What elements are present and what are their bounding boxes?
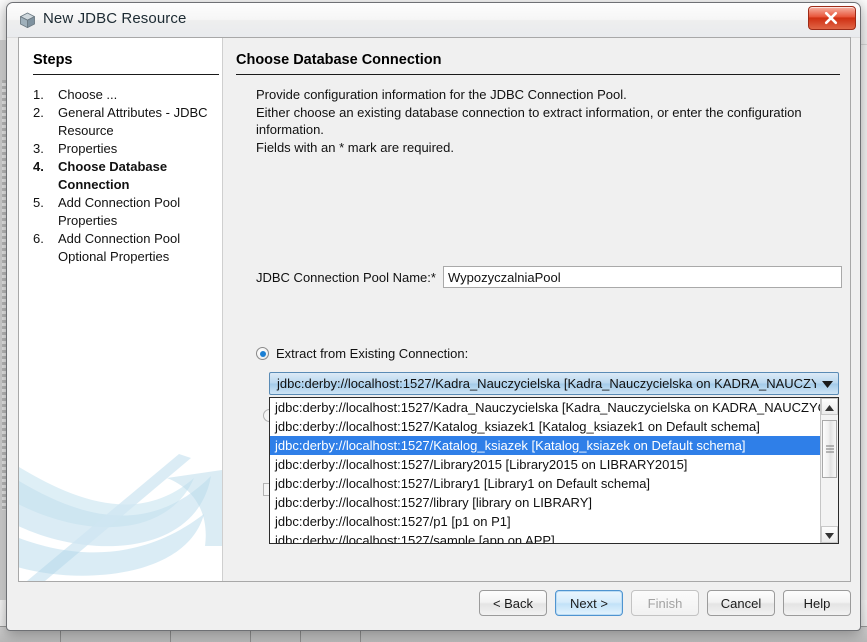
page-title-divider bbox=[236, 74, 840, 75]
step-label: Add Connection Pool Properties bbox=[58, 194, 223, 230]
description-line-2: Either choose an existing database conne… bbox=[256, 104, 836, 139]
extract-connection-radio[interactable] bbox=[256, 347, 269, 360]
finish-button: Finish bbox=[631, 590, 699, 616]
pool-name-label: JDBC Connection Pool Name:* bbox=[256, 270, 436, 285]
database-connection-dropdown-list[interactable]: jdbc:derby://localhost:1527/Kadra_Nauczy… bbox=[269, 397, 839, 544]
step-label: Add Connection Pool Optional Properties bbox=[58, 230, 223, 266]
caret-down-icon bbox=[825, 526, 834, 544]
dropdown-scrollbar[interactable] bbox=[820, 398, 838, 543]
back-button[interactable]: < Back bbox=[479, 590, 547, 616]
new-jdbc-resource-dialog: New JDBC Resource Steps 1. Choose ... 2.… bbox=[6, 2, 861, 631]
step-label: General Attributes - JDBC Resource bbox=[58, 104, 223, 140]
list-item[interactable]: jdbc:derby://localhost:1527/p1 [p1 on P1… bbox=[270, 512, 820, 531]
pool-name-input[interactable] bbox=[443, 266, 842, 288]
extract-connection-option[interactable]: Extract from Existing Connection: bbox=[256, 346, 468, 361]
list-item[interactable]: jdbc:derby://localhost:1527/sample [app … bbox=[270, 531, 820, 543]
close-button[interactable] bbox=[808, 6, 856, 30]
page-title: Choose Database Connection bbox=[236, 52, 441, 68]
content-panel: Choose Database Connection Provide confi… bbox=[223, 38, 850, 581]
step-item-3: 3. Properties bbox=[33, 140, 223, 158]
steps-list: 1. Choose ... 2. General Attributes - JD… bbox=[33, 86, 223, 266]
step-label: Choose ... bbox=[58, 86, 223, 104]
description-text: Provide configuration information for th… bbox=[256, 86, 836, 156]
step-item-1: 1. Choose ... bbox=[33, 86, 223, 104]
database-connection-selected-value: jdbc:derby://localhost:1527/Kadra_Nauczy… bbox=[270, 376, 816, 391]
step-label: Choose Database Connection bbox=[58, 158, 223, 194]
step-item-4: 4. Choose Database Connection bbox=[33, 158, 223, 194]
step-number: 3. bbox=[33, 140, 58, 158]
dialog-footer: < Back Next > Finish Cancel Help bbox=[18, 584, 851, 622]
list-item[interactable]: jdbc:derby://localhost:1527/Kadra_Nauczy… bbox=[270, 398, 820, 417]
scrollbar-thumb[interactable] bbox=[822, 420, 837, 478]
list-item[interactable]: jdbc:derby://localhost:1527/library [lib… bbox=[270, 493, 820, 512]
scroll-down-button[interactable] bbox=[821, 526, 838, 543]
help-button[interactable]: Help bbox=[783, 590, 851, 616]
dialog-titlebar[interactable]: New JDBC Resource bbox=[7, 3, 860, 38]
steps-heading: Steps bbox=[33, 52, 73, 68]
description-line-3: Fields with an * mark are required. bbox=[256, 139, 836, 157]
list-item[interactable]: jdbc:derby://localhost:1527/Katalog_ksia… bbox=[270, 417, 820, 436]
step-number: 4. bbox=[33, 158, 58, 194]
step-number: 5. bbox=[33, 194, 58, 230]
dropdown-options: jdbc:derby://localhost:1527/Kadra_Nauczy… bbox=[270, 398, 820, 543]
database-connection-combobox[interactable]: jdbc:derby://localhost:1527/Kadra_Nauczy… bbox=[269, 372, 839, 395]
decorative-swoosh bbox=[19, 406, 222, 581]
step-number: 1. bbox=[33, 86, 58, 104]
steps-divider bbox=[33, 74, 219, 75]
dialog-title: New JDBC Resource bbox=[43, 10, 186, 27]
step-item-5: 5. Add Connection Pool Properties bbox=[33, 194, 223, 230]
cancel-button[interactable]: Cancel bbox=[707, 590, 775, 616]
list-item[interactable]: jdbc:derby://localhost:1527/Katalog_ksia… bbox=[270, 436, 820, 455]
step-number: 2. bbox=[33, 104, 58, 140]
step-number: 6. bbox=[33, 230, 58, 266]
scrollbar-grip-icon bbox=[826, 446, 834, 453]
step-label: Properties bbox=[58, 140, 223, 158]
step-item-2: 2. General Attributes - JDBC Resource bbox=[33, 104, 223, 140]
steps-panel: Steps 1. Choose ... 2. General Attribute… bbox=[19, 38, 223, 581]
next-button[interactable]: Next > bbox=[555, 590, 623, 616]
scroll-up-button[interactable] bbox=[821, 398, 838, 415]
list-item[interactable]: jdbc:derby://localhost:1527/Library2015 … bbox=[270, 455, 820, 474]
chevron-down-icon[interactable] bbox=[816, 380, 838, 388]
cube-icon bbox=[19, 12, 36, 29]
list-item[interactable]: jdbc:derby://localhost:1527/Library1 [Li… bbox=[270, 474, 820, 493]
step-item-6: 6. Add Connection Pool Optional Properti… bbox=[33, 230, 223, 266]
extract-connection-label: Extract from Existing Connection: bbox=[276, 346, 468, 361]
dialog-content: Steps 1. Choose ... 2. General Attribute… bbox=[18, 37, 851, 582]
description-line-1: Provide configuration information for th… bbox=[256, 86, 836, 104]
caret-up-icon bbox=[825, 398, 834, 416]
